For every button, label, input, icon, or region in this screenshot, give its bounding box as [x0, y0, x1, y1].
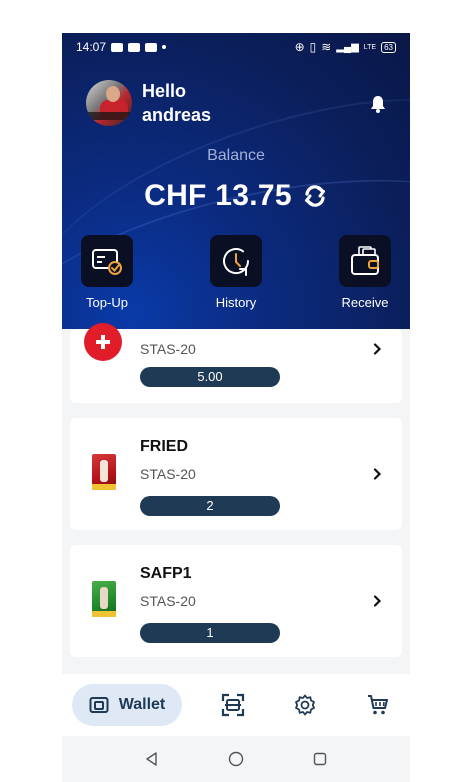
wallet-header: 14:07 ⊕ ▯ ≋ ▂▄▆ LTE 63 Hello andreas Bal… [62, 33, 410, 329]
topup-label: Top-Up [86, 295, 128, 310]
token-card[interactable]: STAS-20 5.00 [70, 323, 402, 403]
topup-card-icon [92, 249, 122, 275]
nav-settings-button[interactable] [283, 684, 327, 726]
receive-button[interactable]: Receive [330, 235, 400, 310]
battery-level: 63 [384, 42, 393, 52]
gear-icon [295, 694, 316, 716]
history-label: History [215, 295, 257, 310]
token-standard: STAS-20 [140, 341, 196, 357]
greeting-hello: Hello [142, 81, 187, 101]
token-amount: 1 [140, 623, 280, 643]
balance-row: CHF 13.75 [62, 179, 410, 213]
nav-wallet-label: Wallet [118, 696, 166, 713]
scan-icon [221, 693, 244, 717]
avatar[interactable] [86, 80, 132, 126]
phone-screen: 14:07 ⊕ ▯ ≋ ▂▄▆ LTE 63 Hello andreas Bal… [62, 33, 410, 782]
home-icon[interactable] [228, 751, 244, 767]
token-standard: STAS-20 [140, 466, 196, 482]
token-name: SAFP1 [140, 565, 192, 582]
player-card-icon [92, 454, 116, 490]
vibrate-icon: ▯ [309, 40, 317, 54]
nav-scan-button[interactable] [211, 684, 255, 726]
back-icon[interactable] [144, 751, 160, 767]
action-row: Top-Up History Receive [62, 235, 410, 310]
cart-icon [367, 695, 388, 715]
receive-wallet-icon [351, 246, 379, 275]
notification-icon [111, 42, 124, 52]
greeting: Hello andreas [86, 79, 211, 127]
wifi-icon: ≋ [321, 40, 332, 54]
balance-label: Balance [207, 147, 265, 164]
system-nav-bar [62, 736, 410, 782]
token-amount: 2 [140, 496, 280, 516]
sync-icon: ⊕ [294, 40, 305, 54]
token-amount: 5.00 [140, 367, 280, 387]
user-name: andreas [142, 105, 212, 125]
swiss-flag-icon [84, 323, 122, 361]
chevron-right-icon[interactable] [372, 595, 382, 607]
history-clock-icon [223, 248, 250, 276]
token-card[interactable]: SAFP1 STAS-20 1 [70, 545, 402, 657]
chevron-right-icon[interactable] [372, 343, 382, 355]
nav-wallet-tab[interactable]: Wallet [72, 684, 182, 726]
refresh-icon[interactable] [302, 183, 328, 209]
bell-icon[interactable] [370, 95, 386, 113]
token-standard: STAS-20 [140, 593, 196, 609]
youtube-icon [128, 42, 141, 52]
signal-icon: ▂▄▆ [336, 41, 359, 53]
chevron-right-icon[interactable] [372, 468, 382, 480]
history-button[interactable]: History [201, 235, 271, 310]
youtube-icon [145, 42, 158, 52]
status-bar: 14:07 ⊕ ▯ ≋ ▂▄▆ LTE 63 [62, 33, 410, 61]
more-notifications-icon [162, 45, 167, 49]
status-time: 14:07 [76, 40, 107, 54]
battery-icon: 63 [381, 41, 396, 53]
player-card-icon [92, 581, 116, 617]
bottom-nav: Wallet [62, 674, 410, 736]
network-type: LTE [363, 43, 377, 51]
token-card[interactable]: FRIED STAS-20 2 [70, 418, 402, 530]
recents-icon[interactable] [312, 751, 328, 767]
wallet-icon [89, 697, 109, 713]
nav-cart-button[interactable] [356, 684, 400, 726]
receive-label: Receive [341, 295, 389, 310]
balance-value: CHF 13.75 [144, 179, 292, 212]
token-name: FRIED [140, 438, 188, 455]
topup-button[interactable]: Top-Up [72, 235, 142, 310]
